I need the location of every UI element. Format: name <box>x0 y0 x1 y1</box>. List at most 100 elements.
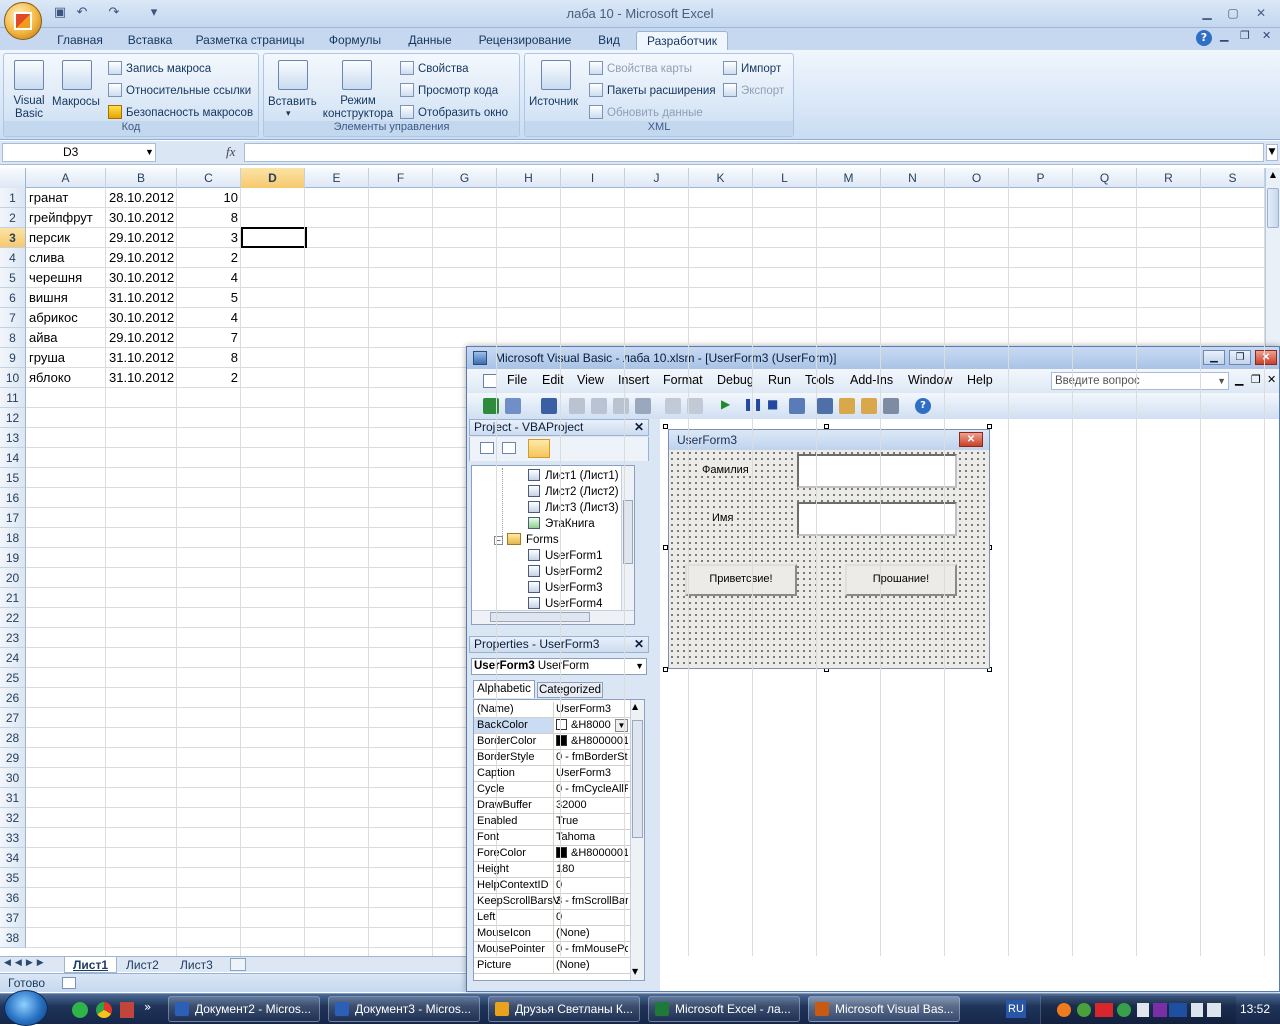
source-icon[interactable] <box>541 60 571 90</box>
cell[interactable]: гранат <box>26 188 106 208</box>
name-box[interactable]: D3 ▼ <box>2 143 156 162</box>
tray-icon-3[interactable] <box>1095 1003 1113 1017</box>
child-restore-icon[interactable]: ❐ <box>1251 373 1261 386</box>
row-header[interactable]: 24 <box>0 648 26 668</box>
copy-icon[interactable] <box>591 398 607 414</box>
property-value[interactable]: &H8000001 <box>554 734 628 749</box>
scroll-up-icon[interactable]: ▲ <box>632 702 638 711</box>
property-row[interactable]: BorderColor &H8000001 <box>474 734 630 750</box>
column-header[interactable]: Q <box>1073 168 1137 188</box>
row-header[interactable]: 5 <box>0 268 26 288</box>
save-icon[interactable]: ▣ <box>52 5 68 21</box>
property-row[interactable]: CaptionUserForm3 <box>474 766 630 782</box>
property-value[interactable]: 0 <box>554 910 628 925</box>
ribbon-restore-icon[interactable]: ❐ <box>1240 29 1250 42</box>
row-header[interactable]: 35 <box>0 868 26 888</box>
cell[interactable]: 4 <box>177 308 241 328</box>
cell[interactable]: слива <box>26 248 106 268</box>
formula-input[interactable] <box>244 143 1264 162</box>
column-header[interactable]: H <box>497 168 561 188</box>
show-window-button[interactable]: Отобразить окно <box>400 105 508 119</box>
surname-textbox[interactable] <box>797 454 957 488</box>
row-header[interactable]: 33 <box>0 828 26 848</box>
scroll-down-icon[interactable]: ▼ <box>632 967 638 976</box>
project-pane-close-icon[interactable]: ✕ <box>632 420 646 434</box>
property-value[interactable]: 32000 <box>554 798 628 813</box>
taskbar-item[interactable]: Документ3 - Micros... <box>328 996 480 1022</box>
view-code-pane-icon[interactable] <box>480 442 494 454</box>
property-value[interactable]: (None) <box>554 958 628 973</box>
cell[interactable]: 29.10.2012 <box>106 228 177 248</box>
object-selector[interactable]: UserForm3 UserForm ▼ <box>471 658 647 675</box>
property-value[interactable]: 0 - fmMousePc <box>554 942 628 957</box>
insert-dropdown-icon[interactable]: ▾ <box>286 108 291 119</box>
sheet-tab-1[interactable]: Лист1 <box>64 957 118 973</box>
scroll-thumb[interactable] <box>1267 188 1279 228</box>
column-header[interactable]: N <box>881 168 945 188</box>
tree-vscroll[interactable] <box>621 466 634 610</box>
cell[interactable]: 31.10.2012 <box>106 348 177 368</box>
tab-insert[interactable]: Вставка <box>118 31 182 50</box>
row-header[interactable]: 38 <box>0 928 26 948</box>
tree-item-thisworkbook[interactable]: ЭтаКнига <box>528 516 595 532</box>
cell[interactable]: 31.10.2012 <box>106 288 177 308</box>
cell[interactable]: яблоко <box>26 368 106 388</box>
cell[interactable]: 28.10.2012 <box>106 188 177 208</box>
properties-vscroll-thumb[interactable] <box>632 720 643 838</box>
paste-icon[interactable] <box>613 398 629 414</box>
property-row[interactable]: HelpContextID0 <box>474 878 630 894</box>
properties-button[interactable]: Свойства <box>400 61 469 75</box>
row-header[interactable]: 13 <box>0 428 26 448</box>
tab-home[interactable]: Главная <box>48 31 112 50</box>
properties-pane-close-icon[interactable]: ✕ <box>632 637 646 651</box>
row-header[interactable]: 6 <box>0 288 26 308</box>
properties-window-icon[interactable] <box>839 398 855 414</box>
property-row[interactable]: Picture (None) <box>474 958 630 974</box>
row-header[interactable]: 25 <box>0 668 26 688</box>
toolbox-icon[interactable] <box>883 398 899 414</box>
column-header[interactable]: B <box>106 168 177 188</box>
userform-close-icon[interactable]: ✕ <box>959 432 983 447</box>
property-value[interactable]: True <box>554 814 628 829</box>
office-button[interactable] <box>4 2 42 40</box>
cell[interactable]: 3 <box>177 228 241 248</box>
row-header[interactable]: 7 <box>0 308 26 328</box>
cell[interactable]: 8 <box>177 208 241 228</box>
quicklaunch-more-icon[interactable]: » <box>144 1000 151 1014</box>
tab-alphabetic[interactable]: Alphabetic <box>473 680 535 698</box>
property-value[interactable]: UserForm3 <box>554 702 628 717</box>
tab-formulas[interactable]: Формулы <box>318 31 392 50</box>
menu-run[interactable]: Run <box>768 373 791 387</box>
column-header[interactable]: M <box>817 168 881 188</box>
property-row[interactable]: BorderStyle 0 - fmBorderSt <box>474 750 630 766</box>
cell[interactable]: 29.10.2012 <box>106 328 177 348</box>
menu-help[interactable]: Help <box>967 373 993 387</box>
property-row[interactable]: Cycle 0 - fmCycleAllF <box>474 782 630 798</box>
properties-grid[interactable]: (Name)UserForm3BackColor&H8000▼BorderCol… <box>473 699 645 981</box>
cell[interactable]: груша <box>26 348 106 368</box>
row-header[interactable]: 17 <box>0 508 26 528</box>
property-row[interactable]: MousePointer 0 - fmMousePc <box>474 942 630 958</box>
menu-tools[interactable]: Tools <box>805 373 834 387</box>
column-header[interactable]: C <box>177 168 241 188</box>
macro-security-button[interactable]: Безопасность макросов <box>108 105 253 119</box>
save-vb-icon[interactable] <box>541 398 557 414</box>
insert-sheet-icon[interactable] <box>230 958 246 971</box>
expansion-packs-button[interactable]: Пакеты расширения <box>589 83 716 97</box>
vb-help-icon[interactable]: ? <box>915 398 931 414</box>
tray-icon-6[interactable] <box>1153 1003 1167 1017</box>
design-mode-vb-icon[interactable] <box>789 398 805 414</box>
maximize-icon[interactable]: ▢ <box>1222 4 1244 22</box>
tab-developer[interactable]: Разработчик <box>636 31 728 50</box>
tab-page-layout[interactable]: Разметка страницы <box>188 31 312 50</box>
column-header[interactable]: S <box>1201 168 1265 188</box>
cell[interactable]: 8 <box>177 348 241 368</box>
row-header[interactable]: 20 <box>0 568 26 588</box>
object-selector-dropdown-icon[interactable]: ▼ <box>635 659 644 674</box>
sheet-nav-icons[interactable]: ◀◀▶▶ <box>4 958 48 968</box>
cell[interactable]: 4 <box>177 268 241 288</box>
row-header[interactable]: 16 <box>0 488 26 508</box>
row-header[interactable]: 9 <box>0 348 26 368</box>
column-header[interactable]: P <box>1009 168 1073 188</box>
cell[interactable]: 30.10.2012 <box>106 208 177 228</box>
